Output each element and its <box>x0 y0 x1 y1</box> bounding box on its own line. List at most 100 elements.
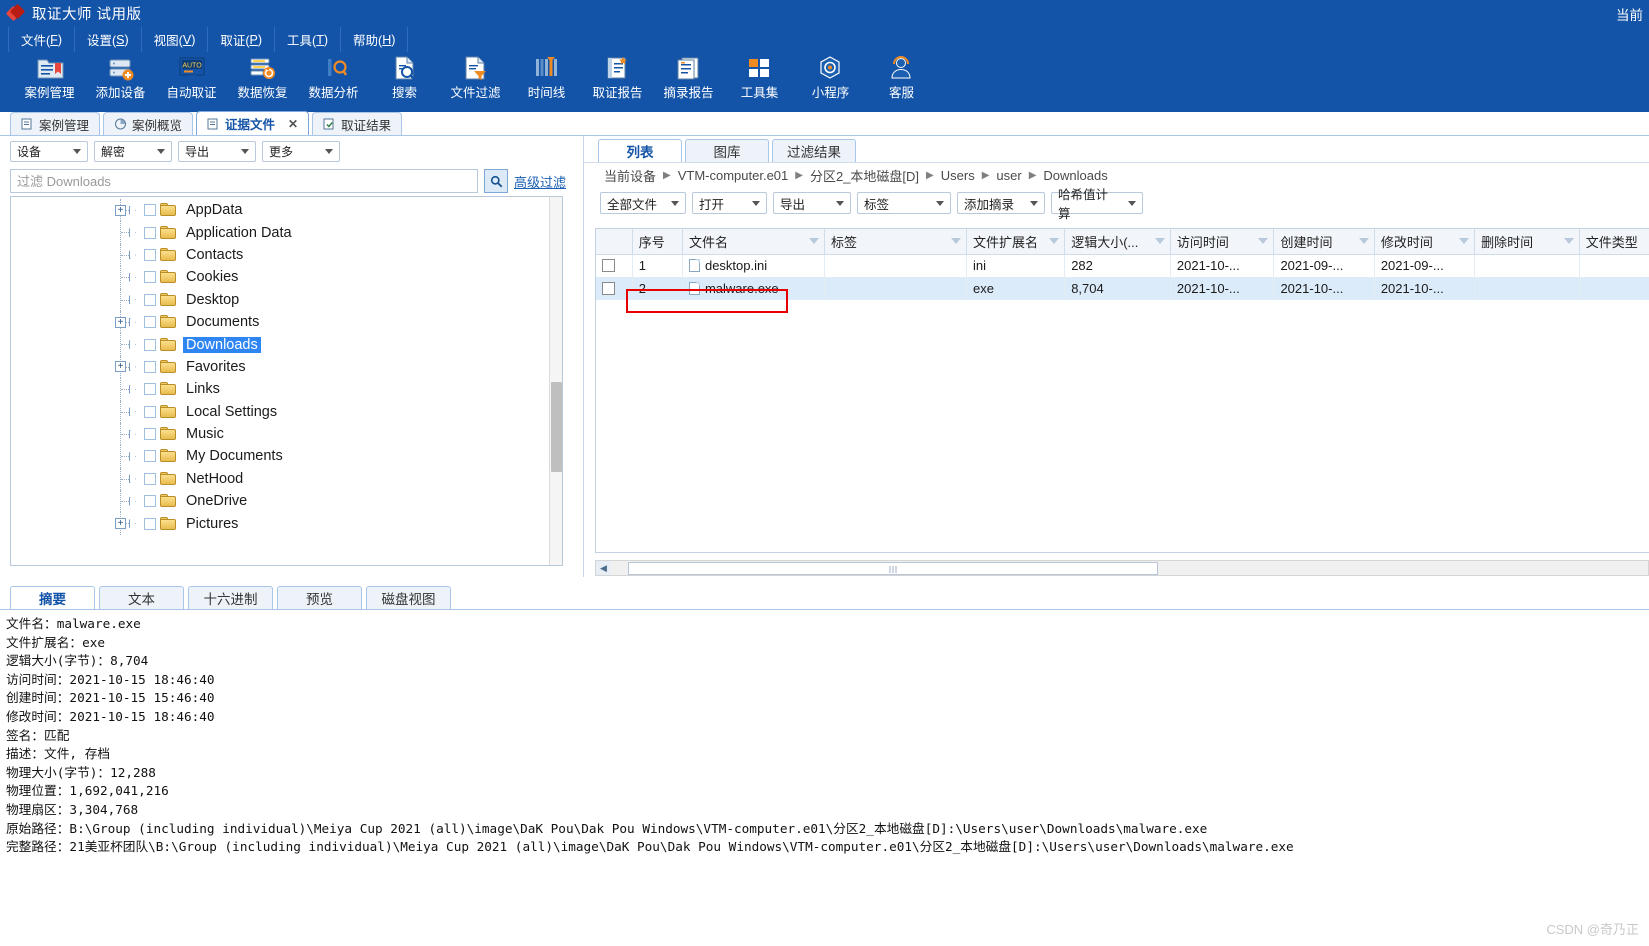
tree-item-nethood[interactable]: NetHood <box>11 467 562 491</box>
column-filter-icon[interactable] <box>1358 238 1369 244</box>
tree-item-onedrive[interactable]: OneDrive <box>11 490 562 513</box>
tree-item-pictures[interactable]: + Pictures <box>11 512 562 535</box>
toolbar-button-小程序[interactable]: 小程序 <box>795 55 866 101</box>
tag-dropdown[interactable]: 标签 <box>857 192 951 214</box>
tree-item-music[interactable]: Music <box>11 422 562 446</box>
menu-file[interactable]: 文件(F) <box>8 27 75 52</box>
expand-toggle-icon[interactable]: + <box>115 316 126 328</box>
tree-item-favorites[interactable]: + Favorites <box>11 355 562 379</box>
breadcrumb-item[interactable]: user <box>996 168 1021 183</box>
view-tab-列表[interactable]: 列表 <box>598 139 682 162</box>
toolbar-button-时间线[interactable]: 时间线 <box>511 55 582 101</box>
tree-item-links[interactable]: Links <box>11 378 562 401</box>
all-files-dropdown[interactable]: 全部文件 <box>600 192 686 214</box>
tree-arrow-icon[interactable] <box>129 384 141 394</box>
breadcrumb-item[interactable]: 分区2_本地磁盘[D] <box>810 166 919 185</box>
tree-item-application-data[interactable]: Application Data <box>11 221 562 244</box>
toolbar-button-取证报告[interactable]: 取证报告 <box>582 55 653 101</box>
detail-tab-磁盘视图[interactable]: 磁盘视图 <box>366 586 451 609</box>
detail-tab-预览[interactable]: 预览 <box>277 586 362 609</box>
menu-forensics[interactable]: 取证(P) <box>208 27 276 52</box>
column-filter-icon[interactable] <box>950 238 961 244</box>
menu-tools[interactable]: 工具(T) <box>275 27 342 52</box>
col-header-文件名[interactable]: 文件名 <box>682 229 825 255</box>
tree-checkbox[interactable] <box>144 450 156 463</box>
column-filter-icon[interactable] <box>808 238 819 244</box>
tree-item-downloads[interactable]: Downloads <box>11 333 562 356</box>
close-icon[interactable]: ✕ <box>288 117 298 131</box>
tree-checkbox[interactable] <box>144 495 156 508</box>
column-filter-icon[interactable] <box>1049 238 1060 244</box>
col-header-文件扩展名[interactable]: 文件扩展名 <box>966 229 1066 255</box>
tree-checkbox[interactable] <box>144 226 156 239</box>
column-filter-icon[interactable] <box>1459 238 1470 244</box>
tree-item-contacts[interactable]: Contacts <box>11 243 562 267</box>
table-horizontal-scrollbar[interactable]: ◀ <box>595 560 1649 576</box>
toolbar-button-搜索[interactable]: 搜索 <box>369 55 440 101</box>
tree-checkbox[interactable] <box>144 472 156 485</box>
tree-checkbox[interactable] <box>144 383 156 396</box>
col-header-访问时间[interactable]: 访问时间 <box>1170 229 1275 255</box>
table-row[interactable]: 2 malware.exe exe 8,704 2021-10-... 2021-10-.… <box>596 277 1649 300</box>
decrypt-dropdown[interactable]: 解密 <box>94 141 172 162</box>
menu-settings[interactable]: 设置(S) <box>75 27 142 52</box>
detail-tab-十六进制[interactable]: 十六进制 <box>188 586 273 609</box>
toolbar-button-文件过滤[interactable]: 文件过滤 <box>440 55 511 101</box>
main-tab-案例概览[interactable]: 案例概览 <box>103 112 194 135</box>
tree-checkbox[interactable] <box>144 405 156 418</box>
tree-checkbox[interactable] <box>144 338 156 351</box>
more-dropdown[interactable]: 更多 <box>262 141 340 162</box>
table-row[interactable]: 1 desktop.ini ini 282 2021-10-... 2021-09-...… <box>596 254 1649 277</box>
toolbar-button-工具集[interactable]: 工具集 <box>724 55 795 101</box>
tree-checkbox[interactable] <box>144 271 156 284</box>
tree-arrow-icon[interactable] <box>129 340 141 350</box>
detail-tab-摘要[interactable]: 摘要 <box>10 586 95 609</box>
tree-arrow-icon[interactable] <box>129 362 141 372</box>
breadcrumb-item[interactable]: 当前设备 <box>604 166 656 185</box>
tree-item-cookies[interactable]: Cookies <box>11 266 562 289</box>
row-checkbox[interactable] <box>602 259 615 273</box>
tree-arrow-icon[interactable] <box>129 474 141 484</box>
tree-scroll-thumb[interactable] <box>551 382 562 472</box>
col-header-checkbox[interactable] <box>596 229 633 255</box>
col-header-逻辑大小(...[interactable]: 逻辑大小(... <box>1064 229 1171 255</box>
tree-checkbox[interactable] <box>144 248 156 261</box>
column-filter-icon[interactable] <box>1258 238 1269 244</box>
tree-item-appdata[interactable]: + AppData <box>11 199 562 222</box>
export-dropdown[interactable]: 导出 <box>178 141 256 162</box>
column-filter-icon[interactable] <box>1154 238 1165 244</box>
tree-vertical-scrollbar[interactable] <box>549 197 562 565</box>
filter-input[interactable] <box>10 169 478 193</box>
row-checkbox[interactable] <box>602 282 615 295</box>
hscroll-thumb[interactable] <box>628 561 1158 575</box>
tree-arrow-icon[interactable] <box>129 429 141 439</box>
tree-checkbox[interactable] <box>144 517 156 530</box>
tree-arrow-icon[interactable] <box>129 250 141 260</box>
col-header-序号[interactable]: 序号 <box>632 229 683 255</box>
toolbar-button-摘录报告[interactable]: 摘录报告 <box>653 55 724 101</box>
advanced-filter-link[interactable]: 高级过滤 <box>514 172 566 191</box>
tree-checkbox[interactable] <box>144 293 156 306</box>
col-header-删除时间[interactable]: 删除时间 <box>1474 229 1580 255</box>
tree-arrow-icon[interactable] <box>129 295 141 305</box>
main-tab-案例管理[interactable]: 案例管理 <box>10 112 101 135</box>
expand-toggle-icon[interactable]: + <box>115 361 126 373</box>
column-filter-icon[interactable] <box>1563 238 1574 244</box>
tree-checkbox[interactable] <box>144 360 156 373</box>
breadcrumb-item[interactable]: Downloads <box>1043 168 1107 183</box>
expand-toggle-icon[interactable]: + <box>115 518 126 530</box>
tree-arrow-icon[interactable] <box>129 519 141 529</box>
toolbar-button-客服[interactable]: 客服 <box>866 55 937 101</box>
main-tab-证据文件[interactable]: 证据文件 ✕ <box>196 111 310 135</box>
tree-arrow-icon[interactable] <box>129 272 141 282</box>
col-header-文件类型[interactable]: 文件类型 <box>1579 229 1649 255</box>
toolbar-button-自动取证[interactable]: AUTO 自动取证 <box>156 55 227 101</box>
tree-arrow-icon[interactable] <box>129 317 141 327</box>
tree-item-documents[interactable]: + Documents <box>11 310 562 334</box>
open-dropdown[interactable]: 打开 <box>692 192 767 214</box>
tree-item-desktop[interactable]: Desktop <box>11 288 562 311</box>
add-excerpt-dropdown[interactable]: 添加摘录 <box>957 192 1045 214</box>
toolbar-button-添加设备[interactable]: 添加设备 <box>85 55 156 101</box>
view-tab-过滤结果[interactable]: 过滤结果 <box>772 139 856 162</box>
view-tab-图库[interactable]: 图库 <box>685 139 769 162</box>
